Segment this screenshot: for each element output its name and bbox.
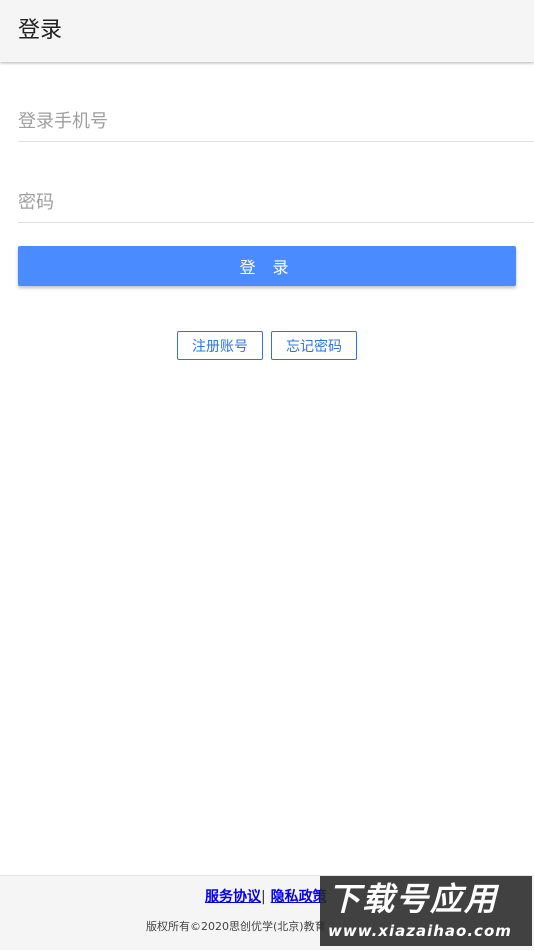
- page-title: 登录: [18, 18, 63, 43]
- login-button[interactable]: 登 录: [18, 246, 516, 286]
- service-agreement-link[interactable]: 服务协议: [205, 889, 261, 905]
- app-bar: 登录: [0, 0, 534, 62]
- register-button[interactable]: 注册账号: [177, 331, 263, 360]
- password-input[interactable]: [18, 182, 534, 222]
- phone-input[interactable]: [18, 101, 534, 141]
- login-page: 登录 登 录 注册账号 忘记密码 服务协议| 隐私政策 版权所有©2020思创优…: [0, 0, 534, 950]
- privacy-policy-link[interactable]: 隐私政策: [271, 889, 327, 905]
- password-field[interactable]: [18, 182, 534, 223]
- watermark-url-text: www.xiazaihao.com: [328, 922, 512, 940]
- watermark-main-text: 下载号应用: [328, 880, 499, 918]
- phone-field[interactable]: [18, 101, 534, 142]
- footer-separator: |: [261, 889, 266, 905]
- forgot-password-button[interactable]: 忘记密码: [271, 331, 357, 360]
- copyright-text: 版权所有©2020思创优学(北京)教育: [146, 920, 326, 933]
- watermark-logo: 下载号应用 www.xiazaihao.com: [320, 876, 532, 946]
- footer-links: 服务协议| 隐私政策: [205, 888, 327, 906]
